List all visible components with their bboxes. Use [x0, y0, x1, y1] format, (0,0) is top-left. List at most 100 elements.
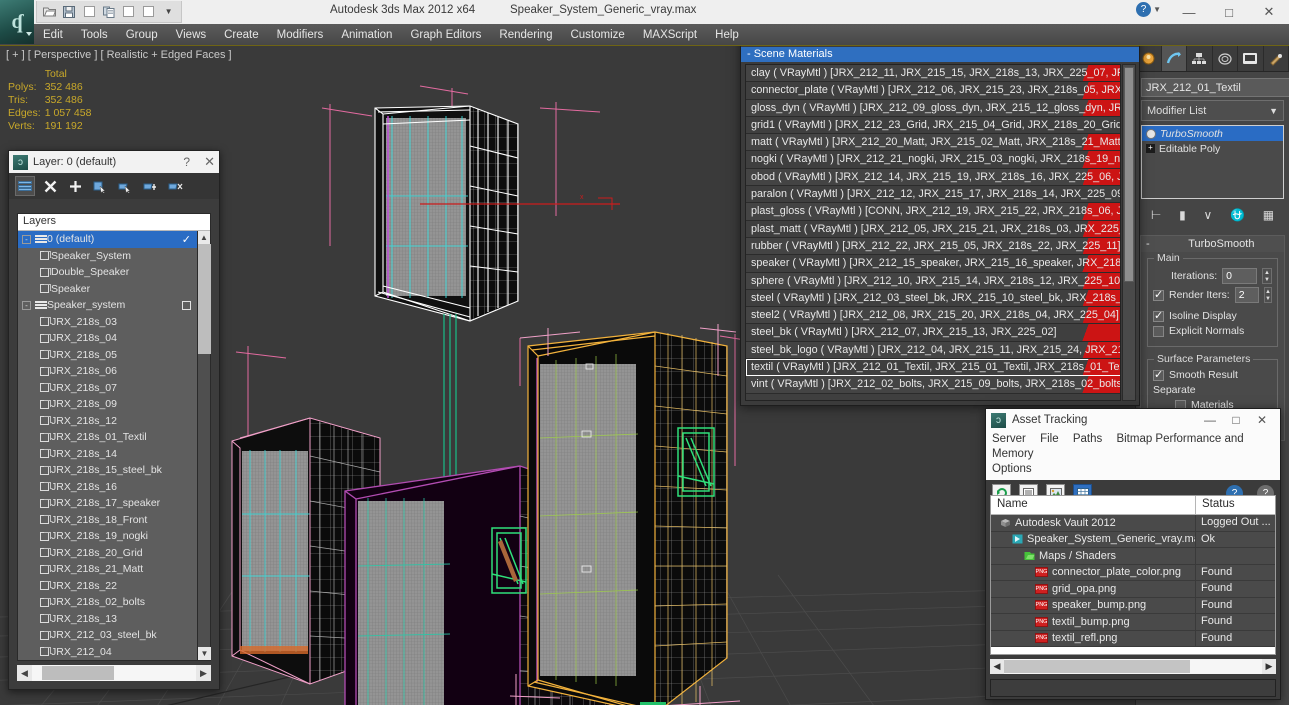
layer-list-item[interactable]: JRX_212_04	[18, 644, 197, 661]
material-list-item[interactable]: clay ( VRayMtl ) [JRX_212_11, JRX_215_15…	[746, 65, 1120, 83]
layer-list-item[interactable]: Speaker	[18, 281, 197, 298]
layer-list-item[interactable]: JRX_218s_20_Grid	[18, 545, 197, 562]
expander-icon[interactable]: -	[22, 234, 31, 244]
scene-materials-header[interactable]: - Scene Materials	[741, 47, 1139, 62]
material-list-item[interactable]: rubber ( VRayMtl ) [JRX_212_22, JRX_215_…	[746, 237, 1120, 256]
minimize-icon[interactable]: —	[1169, 0, 1209, 24]
close-icon[interactable]: ✕	[1249, 413, 1275, 427]
menu-item-help[interactable]: Help	[706, 24, 748, 46]
asset-tracking-menubar[interactable]: Server File Paths Bitmap Performance and…	[986, 431, 1280, 480]
menu-item-rendering[interactable]: Rendering	[490, 24, 561, 46]
menu-item-server[interactable]: Server	[992, 433, 1026, 445]
scroll-thumb[interactable]	[1124, 67, 1134, 282]
modifier-stack-item-editable-poly[interactable]: + Editable Poly	[1142, 141, 1283, 156]
undo-icon[interactable]	[81, 3, 98, 20]
layer-list[interactable]: - 0 (default) ✓ Speaker_System Double_Speake…	[18, 231, 197, 660]
scroll-left-icon[interactable]: ◀	[17, 668, 32, 679]
layer-visible-check[interactable]: ✓	[182, 233, 191, 246]
delete-layer-icon[interactable]	[41, 177, 59, 195]
pin-stack-icon[interactable]: ⊢	[1151, 208, 1161, 222]
material-list-item[interactable]: steel2 ( VRayMtl ) [JRX_212_08, JRX_215_…	[746, 307, 1120, 325]
expander-icon[interactable]: -	[22, 300, 31, 310]
layer-list-item[interactable]: JRX_218s_07	[18, 380, 197, 397]
layer-list-item[interactable]: JRX_218s_14	[18, 446, 197, 463]
configure-sets-icon[interactable]: ▦	[1263, 208, 1274, 222]
application-menu-button[interactable]: ʠ	[0, 0, 34, 44]
scroll-right-icon[interactable]: ▶	[1262, 661, 1276, 672]
hscroll-thumb[interactable]	[1004, 660, 1190, 673]
hide-layer-icon[interactable]	[166, 177, 184, 195]
material-list-item[interactable]: nogki ( VRayMtl ) [JRX_212_21_nogki, JRX…	[746, 151, 1120, 169]
object-name-row[interactable]	[1141, 78, 1289, 97]
modifier-list-dropdown[interactable]: Modifier List ▼	[1141, 100, 1284, 121]
menu-item-graph-editors[interactable]: Graph Editors	[401, 24, 490, 46]
remove-modifier-icon[interactable]: ⛎	[1230, 208, 1245, 222]
utilities-tab-icon[interactable]	[1264, 46, 1289, 71]
layer-list-item[interactable]: JRX_218s_12	[18, 413, 197, 430]
hscroll-thumb[interactable]	[42, 666, 114, 680]
menu-item-create[interactable]: Create	[215, 24, 268, 46]
chevron-down-icon[interactable]: ▼	[1153, 5, 1161, 14]
menu-item-file[interactable]: File	[1040, 433, 1059, 445]
material-list[interactable]: clay ( VRayMtl ) [JRX_212_11, JRX_215_15…	[745, 64, 1121, 401]
scroll-right-icon[interactable]: ▶	[196, 668, 211, 679]
isoline-display-row[interactable]: Isoline Display	[1153, 309, 1272, 322]
render-iters-value[interactable]: 2	[1234, 287, 1260, 303]
isoline-display-checkbox[interactable]	[1153, 309, 1164, 322]
material-list-item[interactable]: steel ( VRayMtl ) [JRX_212_03_steel_bk, …	[746, 289, 1120, 308]
layer-list-item[interactable]: JRX_218s_02_bolts	[18, 594, 197, 611]
material-map-browser[interactable]: ɔ Material/Map Browser ✕ - Scene Materia…	[740, 2, 1140, 406]
create-new-layer-icon[interactable]	[15, 176, 35, 196]
material-list-item[interactable]: sphere ( VRayMtl ) [JRX_212_10, JRX_215_…	[746, 272, 1120, 290]
render-iters-checkbox[interactable]	[1153, 288, 1164, 301]
asset-table-row[interactable]: Autodesk Vault 2012 Logged Out ...	[991, 515, 1275, 532]
asset-table-row[interactable]: PNG textil_refl.png Found	[991, 630, 1275, 647]
menu-item-customize[interactable]: Customize	[561, 24, 633, 46]
layer-toggle-box[interactable]	[182, 300, 191, 310]
smooth-result-row[interactable]: Smooth Result	[1153, 368, 1272, 381]
layer-list-item[interactable]: JRX_218s_22	[18, 578, 197, 595]
layer-list-item[interactable]: - Speaker_system	[18, 297, 197, 314]
layer-list-item[interactable]: JRX_212_03_steel_bk	[18, 627, 197, 644]
layer-list-item[interactable]: JRX_218s_18_Front	[18, 512, 197, 529]
scroll-down-icon[interactable]: ▼	[198, 647, 211, 660]
layer-list-item[interactable]: - 0 (default) ✓	[18, 231, 197, 248]
layer-list-item[interactable]: Double_Speaker	[18, 264, 197, 281]
menu-item-animation[interactable]: Animation	[332, 24, 401, 46]
asset-table-row[interactable]: PNG textil_bump.png Found	[991, 614, 1275, 631]
layer-list-container[interactable]: Layers - 0 (default) ✓ Speaker_System Double…	[17, 213, 211, 661]
asset-tracking-titlebar[interactable]: ɔ Asset Tracking — □ ✕	[986, 409, 1280, 431]
render-iters-row[interactable]: Render Iters: 2 ▲▼	[1153, 287, 1272, 303]
layer-list-item[interactable]: JRX_218s_05	[18, 347, 197, 364]
layer-list-item[interactable]: JRX_218s_16	[18, 479, 197, 496]
help-icon[interactable]: ?	[183, 155, 190, 169]
iterations-value[interactable]: 0	[1222, 268, 1257, 284]
material-list-item[interactable]: steel_bk_logo ( VRayMtl ) [JRX_212_04, J…	[746, 341, 1120, 360]
asset-grid-hscrollbar[interactable]: ◀ ▶	[990, 659, 1276, 674]
material-list-item[interactable]: paralon ( VRayMtl ) [JRX_212_12, JRX_215…	[746, 186, 1120, 204]
material-list-item[interactable]: plast_gloss ( VRayMtl ) [CONN, JRX_212_1…	[746, 203, 1120, 221]
explicit-normals-checkbox[interactable]	[1153, 325, 1164, 337]
material-list-item[interactable]: grid1 ( VRayMtl ) [JRX_212_23_Grid, JRX_…	[746, 116, 1120, 135]
modifier-stack[interactable]: TurboSmooth + Editable Poly	[1141, 125, 1284, 199]
menu-item-maxscript[interactable]: MAXScript	[634, 24, 706, 46]
maximize-icon[interactable]: □	[1209, 0, 1249, 24]
material-list-vscrollbar[interactable]	[1122, 64, 1136, 401]
scroll-thumb[interactable]	[198, 244, 211, 354]
menu-item-modifiers[interactable]: Modifiers	[268, 24, 333, 46]
asset-table-row[interactable]: PNG connector_plate_color.png Found	[991, 564, 1275, 581]
expand-plus-icon[interactable]: +	[1146, 144, 1155, 153]
material-list-item[interactable]: obod ( VRayMtl ) [JRX_212_14, JRX_215_19…	[746, 168, 1120, 187]
menu-item-options[interactable]: Options	[992, 463, 1032, 475]
help-group[interactable]: ? ▼	[1136, 2, 1161, 17]
motion-tab-icon[interactable]	[1213, 46, 1238, 71]
menu-item-edit[interactable]: Edit	[34, 24, 72, 46]
layer-list-hscrollbar[interactable]: ◀ ▶	[17, 665, 211, 681]
smooth-result-checkbox[interactable]	[1153, 368, 1164, 381]
asset-table-row[interactable]: PNG speaker_bump.png Found	[991, 597, 1275, 614]
select-objects-icon[interactable]	[91, 177, 109, 195]
maximize-icon[interactable]: □	[1223, 413, 1249, 427]
menu-bar[interactable]: Edit Tools Group Views Create Modifiers …	[0, 24, 1289, 46]
material-list-item[interactable]: plast_matt ( VRayMtl ) [JRX_212_05, JRX_…	[746, 220, 1120, 238]
material-list-item[interactable]: steel_bk ( VRayMtl ) [JRX_212_07, JRX_21…	[746, 324, 1120, 342]
